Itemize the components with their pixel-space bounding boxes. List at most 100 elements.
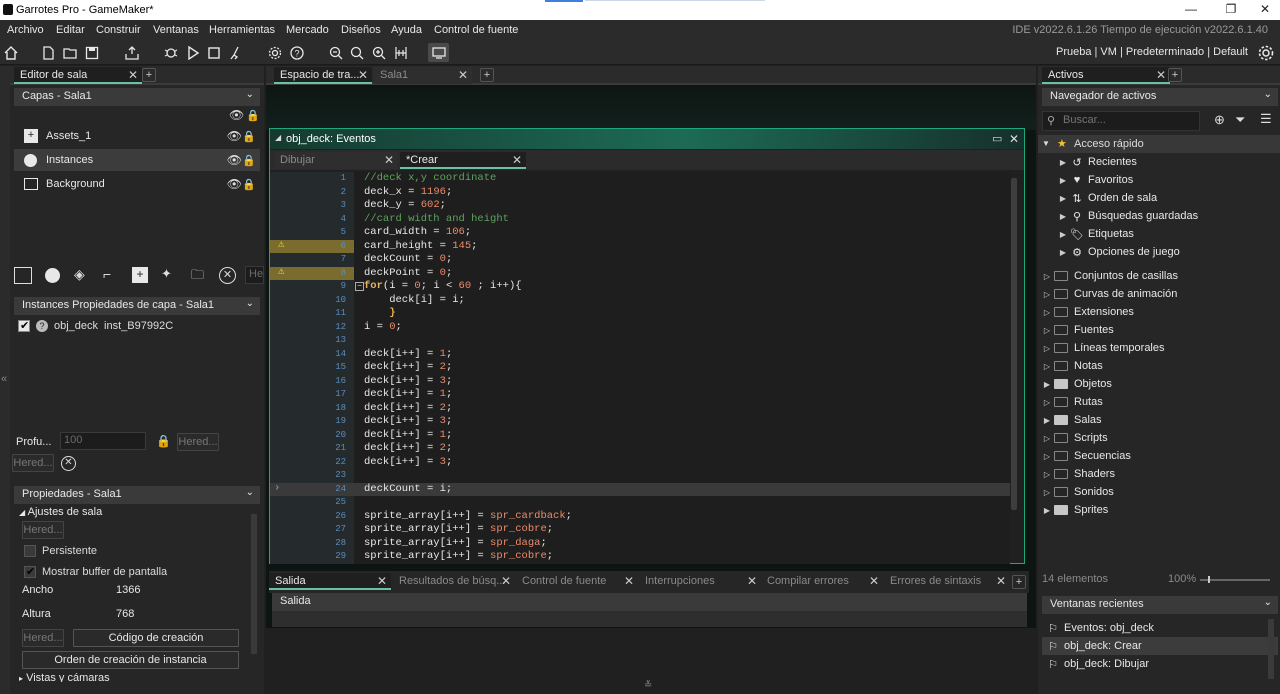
add-tile-layer-icon[interactable]: ◈ [74, 266, 85, 283]
layers-dropdown[interactable]: Capas - Sala1 ⌄ [14, 88, 260, 106]
code-line[interactable]: 2 deck_x = 1196; [270, 186, 1010, 200]
code-scrollbar[interactable] [1011, 178, 1017, 510]
collapse-left-icon[interactable]: « [1, 373, 7, 385]
layer-row-assets[interactable]: + Assets_1 👁 🔒 [14, 125, 260, 147]
menu-archivo[interactable]: Archivo [7, 24, 44, 36]
code-line[interactable]: 18 deck[i++] = 2; [270, 402, 1010, 416]
instance-visible-checkbox[interactable] [18, 319, 30, 332]
code-line[interactable]: 16 deck[i++] = 3; [270, 375, 1010, 389]
expand-triangle-icon[interactable]: ▷ [1040, 470, 1054, 479]
add-path-layer-icon[interactable]: ⌐ [103, 266, 111, 282]
code-line[interactable]: 15 deck[i++] = 2; [270, 361, 1010, 375]
inherit-depth-button[interactable]: Hered... [177, 433, 219, 451]
code-line[interactable]: 17 deck[i++] = 1; [270, 388, 1010, 402]
target-selector[interactable]: Prueba | VM | Predeterminado | Default [1056, 46, 1248, 58]
add-output-tab-icon[interactable]: + [1012, 575, 1026, 589]
close-tab-icon[interactable]: ✕ [996, 574, 1006, 588]
code-editor[interactable]: 1//deck x,y coordinate 2 deck_x = 1196; 3 de… [270, 172, 1010, 564]
code-line[interactable]: 4 //card width and height [270, 213, 1010, 227]
quick-saved-searches[interactable]: ▶ ⚲ Búsquedas guardadas [1056, 207, 1276, 225]
delete-layer-icon[interactable]: ✕ [219, 267, 236, 284]
save-icon[interactable] [82, 43, 101, 62]
code-line[interactable]: 27 sprite_array[i++] = spr_cobre; [270, 523, 1010, 537]
code-line[interactable]: 5 card_width = 106; [270, 226, 1010, 240]
zoom-slider[interactable] [1200, 576, 1270, 583]
layer-search-input[interactable]: He [245, 266, 264, 284]
asset-folder[interactable]: ▷ Notas [1040, 357, 1276, 375]
props-scrollbar[interactable] [251, 514, 257, 654]
asset-folder[interactable]: ▶ Objetos [1040, 375, 1276, 393]
lock-icon[interactable]: 🔒 [156, 434, 171, 448]
close-tab-icon[interactable]: ✕ [501, 574, 511, 588]
close-tab-icon[interactable]: ✕ [458, 68, 468, 82]
help-icon[interactable]: ? [287, 43, 306, 62]
output-content[interactable] [272, 611, 1027, 627]
menu-editar[interactable]: Editar [56, 24, 85, 36]
add-effect-layer-icon[interactable]: ✦ [161, 266, 172, 282]
tab-dibujar[interactable]: Dibujar ✕ [274, 152, 398, 169]
expand-triangle-icon[interactable]: ▶ [1040, 506, 1054, 515]
add-tab-icon[interactable]: + [1168, 68, 1182, 82]
tab-breakpoints[interactable]: Interrupciones ✕ [639, 573, 759, 590]
close-window-icon[interactable]: ✕ [1009, 132, 1019, 146]
close-tab-icon[interactable]: ✕ [512, 153, 522, 167]
asset-folder[interactable]: ▷ Sonidos [1040, 483, 1276, 501]
instance-order-button[interactable]: Orden de creación de instancia [22, 651, 239, 669]
asset-folder[interactable]: ▷ Secuencias [1040, 447, 1276, 465]
asset-folder[interactable]: ▷ Extensiones [1040, 303, 1276, 321]
menu-herramientas[interactable]: Herramientas [209, 24, 275, 36]
asset-folder[interactable]: ▶ Sprites [1040, 501, 1276, 519]
maximize-window-icon[interactable]: ▭ [992, 132, 1002, 145]
zoom-in-icon[interactable] [369, 43, 388, 62]
expand-triangle-icon[interactable]: ▶ [1040, 416, 1054, 425]
filter-icon[interactable]: ⏷ [1235, 112, 1245, 128]
new-project-icon[interactable] [38, 43, 57, 62]
code-line[interactable]: 9 for(i = 0; i < 60 ; i++){ [270, 280, 1010, 294]
recent-scrollbar[interactable] [1268, 619, 1274, 679]
tab-output[interactable]: Salida ✕ [269, 573, 391, 590]
code-line[interactable]: 22 deck[i++] = 3; [270, 456, 1010, 470]
views-header[interactable]: ▸ Vistas y cámaras [19, 672, 110, 682]
lock-icon[interactable]: 🔒 [242, 178, 256, 191]
quick-game-options[interactable]: ▶ ⚙ Opciones de juego [1056, 243, 1276, 261]
menu-ayuda[interactable]: Ayuda [391, 24, 422, 36]
eye-icon[interactable]: 👁 [229, 108, 244, 122]
quick-recent[interactable]: ▶ ↺ Recientes [1056, 153, 1276, 171]
menu-disenos[interactable]: Diseños [341, 24, 381, 36]
asset-search-box[interactable]: ⚲ [1042, 111, 1200, 131]
close-tab-icon[interactable]: ✕ [128, 68, 138, 82]
inherit-room-button[interactable]: Hered... [22, 521, 64, 539]
expand-triangle-icon[interactable]: ▷ [1040, 362, 1054, 371]
workspace-canvas[interactable] [266, 86, 1036, 130]
run-icon[interactable] [183, 43, 202, 62]
clean-icon[interactable] [226, 43, 245, 62]
room-properties-dropdown[interactable]: Propiedades - Sala1 ⌄ [14, 486, 260, 504]
asset-folder[interactable]: ▷ Fuentes [1040, 321, 1276, 339]
code-line[interactable]: 28 sprite_array[i++] = spr_daga; [270, 537, 1010, 551]
debug-icon[interactable] [161, 43, 180, 62]
persistent-row[interactable]: Persistente [24, 545, 97, 557]
zoom-reset-icon[interactable] [347, 43, 366, 62]
close-tab-icon[interactable]: ✕ [747, 574, 757, 588]
lock-icon[interactable]: 🔒 [242, 130, 256, 143]
open-project-icon[interactable] [60, 43, 79, 62]
close-tab-icon[interactable]: ✕ [869, 574, 879, 588]
expand-triangle-icon[interactable]: ▷ [1040, 452, 1054, 461]
height-input[interactable]: 768 [112, 606, 156, 624]
add-background-layer-icon[interactable] [14, 267, 32, 284]
expand-triangle-icon[interactable]: ▷ [1040, 344, 1054, 353]
stop-icon[interactable] [204, 43, 223, 62]
expand-triangle-icon[interactable]: ▷ [1040, 398, 1054, 407]
close-tab-icon[interactable]: ✕ [624, 574, 634, 588]
tab-sala1[interactable]: Sala1 ✕ [374, 67, 472, 84]
close-tab-icon[interactable]: ✕ [358, 68, 368, 82]
width-input[interactable]: 1366 [112, 582, 156, 600]
instance-row[interactable]: ? obj_deck inst_B97992C [18, 319, 173, 332]
recent-item[interactable]: ⚐ Eventos: obj_deck [1042, 619, 1278, 637]
layer-row-background[interactable]: Background 👁 🔒 [14, 173, 260, 195]
code-line[interactable]: 11 } [270, 307, 1010, 321]
workspace-icon[interactable] [428, 43, 449, 62]
recent-windows-dropdown[interactable]: Ventanas recientes ⌄ [1042, 596, 1278, 614]
inherit-code-button[interactable]: Hered... [22, 629, 64, 647]
asset-folder[interactable]: ▷ Rutas [1040, 393, 1276, 411]
